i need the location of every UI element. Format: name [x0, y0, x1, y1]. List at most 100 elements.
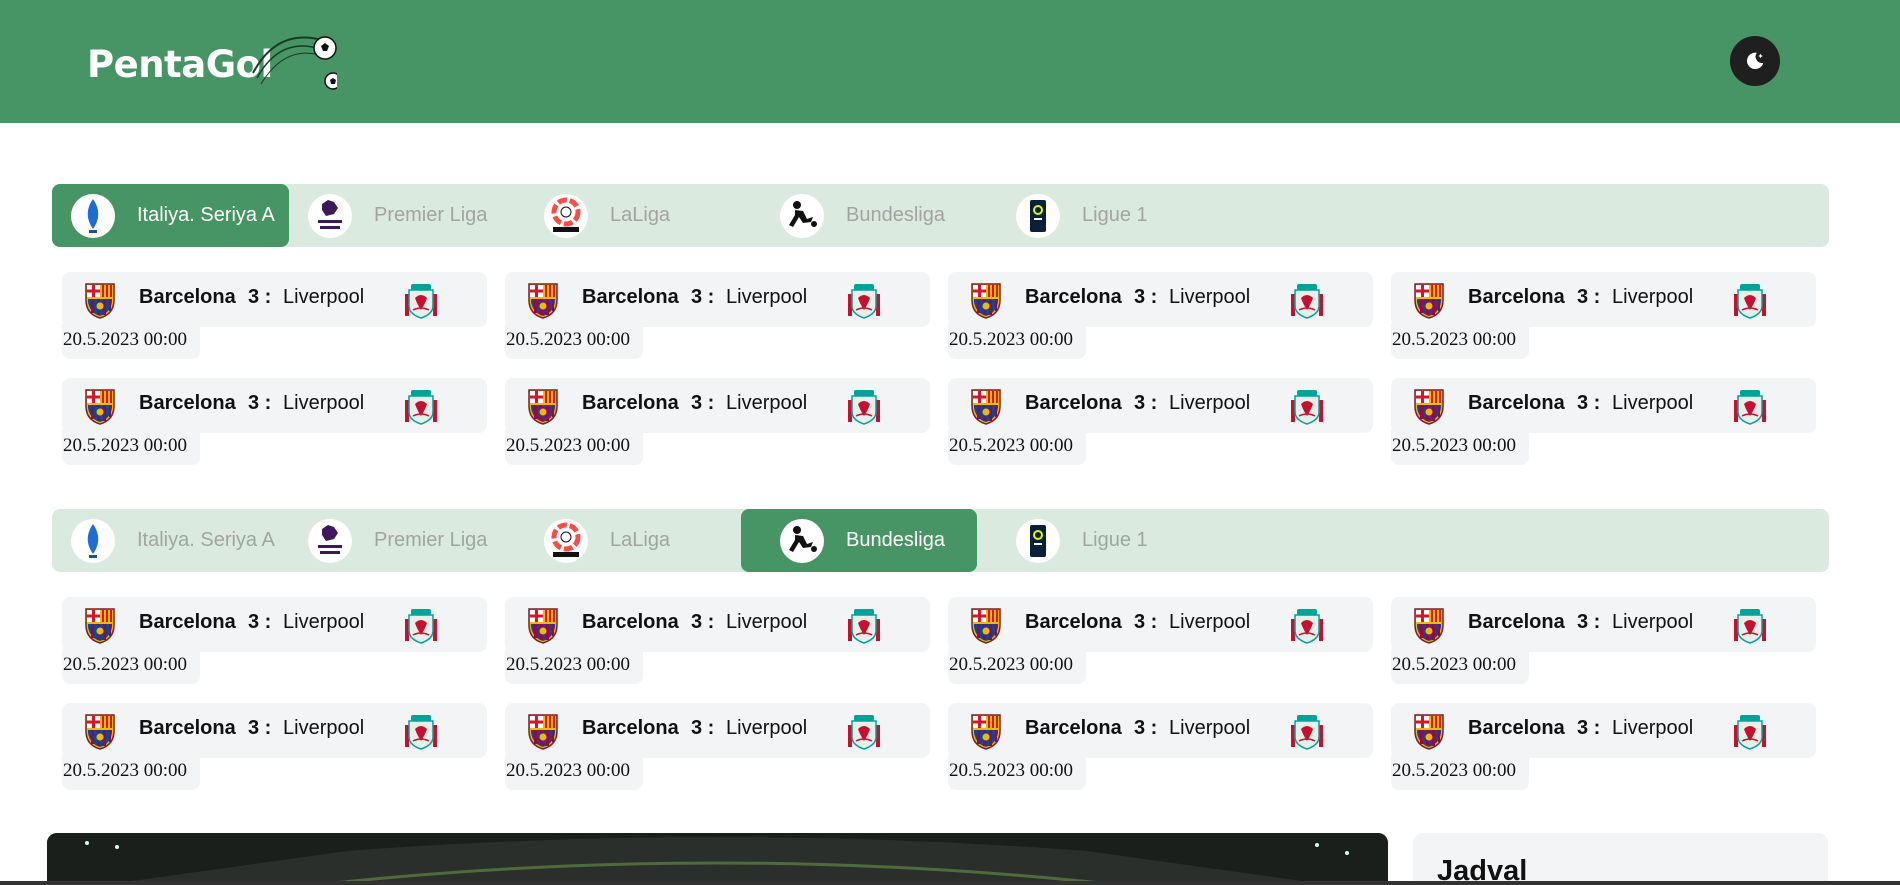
- tab-premier-league[interactable]: Premier Liga: [289, 184, 525, 247]
- match-item[interactable]: Barcelona 3 : Liverpool 20.5.2023 00:00: [52, 703, 487, 795]
- match-card[interactable]: Barcelona 3 : Liverpool: [62, 272, 487, 327]
- match-card[interactable]: Barcelona 3 : Liverpool: [1391, 272, 1816, 327]
- liverpool-crest-icon: [1730, 711, 1770, 751]
- match-date: 20.5.2023 00:00: [62, 324, 200, 359]
- away-team-name: Liverpool: [726, 286, 808, 308]
- match-date: 20.5.2023 00:00: [948, 755, 1086, 790]
- tab-ligue-1[interactable]: Ligue 1: [997, 184, 1233, 247]
- match-date: 20.5.2023 00:00: [1391, 430, 1529, 465]
- match-card[interactable]: Barcelona 3 : Liverpool: [1391, 378, 1816, 433]
- tab-laliga[interactable]: LaLiga: [525, 184, 761, 247]
- match-date: 20.5.2023 00:00: [505, 649, 643, 684]
- site-logo[interactable]: PentaGol: [87, 28, 337, 98]
- match-card[interactable]: Barcelona 3 : Liverpool: [948, 378, 1373, 433]
- match-card[interactable]: Barcelona 3 : Liverpool: [948, 597, 1373, 652]
- match-date: 20.5.2023 00:00: [948, 649, 1086, 684]
- match-item[interactable]: Barcelona 3 : Liverpool 20.5.2023 00:00: [1381, 272, 1816, 364]
- away-team-name: Liverpool: [283, 392, 365, 414]
- liverpool-crest-icon: [844, 711, 884, 751]
- bottom-divider: [0, 881, 1900, 885]
- match-item[interactable]: Barcelona 3 : Liverpool 20.5.2023 00:00: [495, 378, 930, 470]
- home-team-name: Barcelona: [582, 392, 679, 414]
- home-team-name: Barcelona: [1025, 611, 1122, 633]
- match-card[interactable]: Barcelona 3 : Liverpool: [505, 597, 930, 652]
- match-item[interactable]: Barcelona 3 : Liverpool 20.5.2023 00:00: [495, 703, 930, 795]
- match-card[interactable]: Barcelona 3 : Liverpool: [948, 272, 1373, 327]
- tab-label: Ligue 1: [1082, 204, 1148, 226]
- match-score: 3 :: [1134, 611, 1158, 633]
- league-tabs: Italiya. Seriya A Premier Liga LaLiga Bu…: [52, 509, 1829, 572]
- barcelona-crest-icon: [966, 280, 1006, 320]
- match-score: 3 :: [1577, 717, 1601, 739]
- match-score: 3 :: [691, 392, 715, 414]
- home-team-name: Barcelona: [582, 286, 679, 308]
- match-item[interactable]: Barcelona 3 : Liverpool 20.5.2023 00:00: [495, 597, 930, 689]
- match-item[interactable]: Barcelona 3 : Liverpool 20.5.2023 00:00: [1381, 378, 1816, 470]
- home-team-name: Barcelona: [139, 717, 236, 739]
- liverpool-crest-icon: [401, 711, 441, 751]
- match-date: 20.5.2023 00:00: [505, 430, 643, 465]
- away-team-name: Liverpool: [726, 611, 808, 633]
- liverpool-crest-icon: [401, 386, 441, 426]
- match-card[interactable]: Barcelona 3 : Liverpool: [62, 597, 487, 652]
- match-date: 20.5.2023 00:00: [62, 430, 200, 465]
- match-card[interactable]: Barcelona 3 : Liverpool: [62, 378, 487, 433]
- match-date: 20.5.2023 00:00: [948, 324, 1086, 359]
- match-card[interactable]: Barcelona 3 : Liverpool: [505, 703, 930, 758]
- match-card[interactable]: Barcelona 3 : Liverpool: [505, 272, 930, 327]
- match-date: 20.5.2023 00:00: [1391, 649, 1529, 684]
- serie-a-logo-icon: [71, 193, 115, 238]
- match-score: 3 :: [1134, 392, 1158, 414]
- liverpool-crest-icon: [401, 605, 441, 645]
- tab-bundesliga[interactable]: Bundesliga: [761, 184, 997, 247]
- tab-label: Premier Liga: [374, 204, 488, 226]
- match-card[interactable]: Barcelona 3 : Liverpool: [1391, 703, 1816, 758]
- tab-laliga[interactable]: LaLiga: [525, 509, 761, 572]
- liverpool-crest-icon: [1287, 280, 1327, 320]
- barcelona-crest-icon: [1409, 711, 1449, 751]
- league-tabs: Italiya. Seriya A Premier Liga LaLiga Bu…: [52, 184, 1829, 247]
- match-item[interactable]: Barcelona 3 : Liverpool 20.5.2023 00:00: [938, 597, 1373, 689]
- match-date: 20.5.2023 00:00: [1391, 324, 1529, 359]
- match-card[interactable]: Barcelona 3 : Liverpool: [1391, 597, 1816, 652]
- away-team-name: Liverpool: [1612, 611, 1694, 633]
- tab-label: Bundesliga: [846, 204, 945, 226]
- match-card[interactable]: Barcelona 3 : Liverpool: [505, 378, 930, 433]
- soccer-balls-icon: [252, 36, 337, 90]
- liverpool-crest-icon: [844, 386, 884, 426]
- tab-serie-a[interactable]: Italiya. Seriya A: [52, 184, 289, 247]
- liverpool-crest-icon: [844, 605, 884, 645]
- match-card[interactable]: Barcelona 3 : Liverpool: [62, 703, 487, 758]
- match-item[interactable]: Barcelona 3 : Liverpool 20.5.2023 00:00: [938, 703, 1373, 795]
- match-item[interactable]: Barcelona 3 : Liverpool 20.5.2023 00:00: [52, 272, 487, 364]
- laliga-logo-icon: [544, 193, 588, 238]
- match-item[interactable]: Barcelona 3 : Liverpool 20.5.2023 00:00: [938, 378, 1373, 470]
- barcelona-crest-icon: [80, 280, 120, 320]
- tab-serie-a[interactable]: Italiya. Seriya A: [52, 509, 289, 572]
- barcelona-crest-icon: [523, 711, 563, 751]
- away-team-name: Liverpool: [1612, 286, 1694, 308]
- match-date: 20.5.2023 00:00: [62, 649, 200, 684]
- match-score: 3 :: [1577, 392, 1601, 414]
- liverpool-crest-icon: [1287, 386, 1327, 426]
- away-team-name: Liverpool: [283, 611, 365, 633]
- theme-toggle-button[interactable]: [1730, 36, 1780, 86]
- tab-ligue-1[interactable]: Ligue 1: [997, 509, 1233, 572]
- liverpool-crest-icon: [401, 280, 441, 320]
- match-item[interactable]: Barcelona 3 : Liverpool 20.5.2023 00:00: [52, 597, 487, 689]
- match-item[interactable]: Barcelona 3 : Liverpool 20.5.2023 00:00: [52, 378, 487, 470]
- tab-bundesliga[interactable]: Bundesliga: [741, 509, 977, 572]
- match-card[interactable]: Barcelona 3 : Liverpool: [948, 703, 1373, 758]
- match-item[interactable]: Barcelona 3 : Liverpool 20.5.2023 00:00: [1381, 597, 1816, 689]
- match-date: 20.5.2023 00:00: [505, 755, 643, 790]
- liverpool-crest-icon: [1730, 386, 1770, 426]
- match-score: 3 :: [248, 611, 272, 633]
- tab-premier-league[interactable]: Premier Liga: [289, 509, 525, 572]
- match-item[interactable]: Barcelona 3 : Liverpool 20.5.2023 00:00: [938, 272, 1373, 364]
- tab-label: Bundesliga: [846, 529, 945, 551]
- barcelona-crest-icon: [1409, 280, 1449, 320]
- match-item[interactable]: Barcelona 3 : Liverpool 20.5.2023 00:00: [1381, 703, 1816, 795]
- match-item[interactable]: Barcelona 3 : Liverpool 20.5.2023 00:00: [495, 272, 930, 364]
- liverpool-crest-icon: [844, 280, 884, 320]
- barcelona-crest-icon: [1409, 386, 1449, 426]
